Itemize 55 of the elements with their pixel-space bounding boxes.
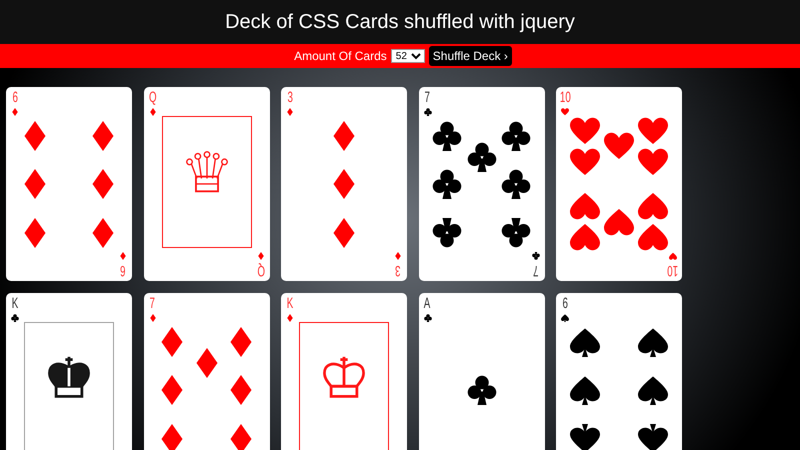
diamond-icon xyxy=(119,252,127,260)
club-icon xyxy=(432,169,462,199)
rank-label: 7 xyxy=(150,296,156,312)
heart-icon xyxy=(638,116,668,147)
club-icon xyxy=(500,169,531,199)
diamond-icon xyxy=(286,108,294,116)
heart-icon xyxy=(570,148,600,178)
heart-icon xyxy=(570,221,600,252)
diamond-icon xyxy=(11,108,19,116)
club-icon xyxy=(466,142,496,172)
spade-icon xyxy=(570,424,600,450)
spade-icon xyxy=(570,375,600,405)
shuffle-button[interactable]: Shuffle Deck › xyxy=(428,46,512,66)
heart-icon xyxy=(570,190,600,220)
crown-icon xyxy=(46,355,92,401)
spade-icon xyxy=(638,375,668,405)
club-icon xyxy=(11,314,19,322)
club-icon xyxy=(432,218,462,248)
amount-label: Amount Of Cards xyxy=(294,49,387,63)
spade-icon xyxy=(638,326,668,356)
diamond-icon xyxy=(148,314,156,322)
club-icon xyxy=(424,314,432,322)
club-icon xyxy=(500,218,531,248)
rank-label: 6 xyxy=(562,296,568,312)
diamond-icon xyxy=(394,252,402,260)
club-icon xyxy=(532,252,540,260)
club-icon xyxy=(500,120,531,150)
rank-label: 10 xyxy=(560,90,570,106)
club-icon xyxy=(466,375,496,405)
heart-icon xyxy=(638,148,668,178)
rank-label: K xyxy=(12,296,18,312)
diamond-icon xyxy=(286,314,294,322)
rank-label: 10 xyxy=(668,262,678,278)
spade-icon xyxy=(638,424,668,450)
crown-icon xyxy=(321,355,367,401)
rank-label: A xyxy=(424,296,431,312)
heart-icon xyxy=(638,190,668,220)
amount-select[interactable]: 52 xyxy=(390,49,425,63)
club-icon xyxy=(432,120,462,150)
page-title: Deck of CSS Cards shuffled with jquery xyxy=(225,10,575,34)
club-icon xyxy=(424,108,432,116)
spade-icon xyxy=(561,314,569,322)
rank-label: 6 xyxy=(120,262,126,278)
diamond-icon xyxy=(148,108,156,116)
rank-label: Q xyxy=(256,262,264,278)
rank-label: 7 xyxy=(424,90,430,106)
spade-icon xyxy=(570,326,600,356)
diamond-icon xyxy=(256,252,264,260)
rank-label: 3 xyxy=(287,90,293,106)
rank-label: 6 xyxy=(12,90,18,106)
rank-label: K xyxy=(286,296,294,312)
crown-icon xyxy=(184,149,230,195)
rank-label: Q xyxy=(148,90,156,106)
rank-label: 3 xyxy=(395,262,401,278)
rank-label: 7 xyxy=(532,262,538,278)
